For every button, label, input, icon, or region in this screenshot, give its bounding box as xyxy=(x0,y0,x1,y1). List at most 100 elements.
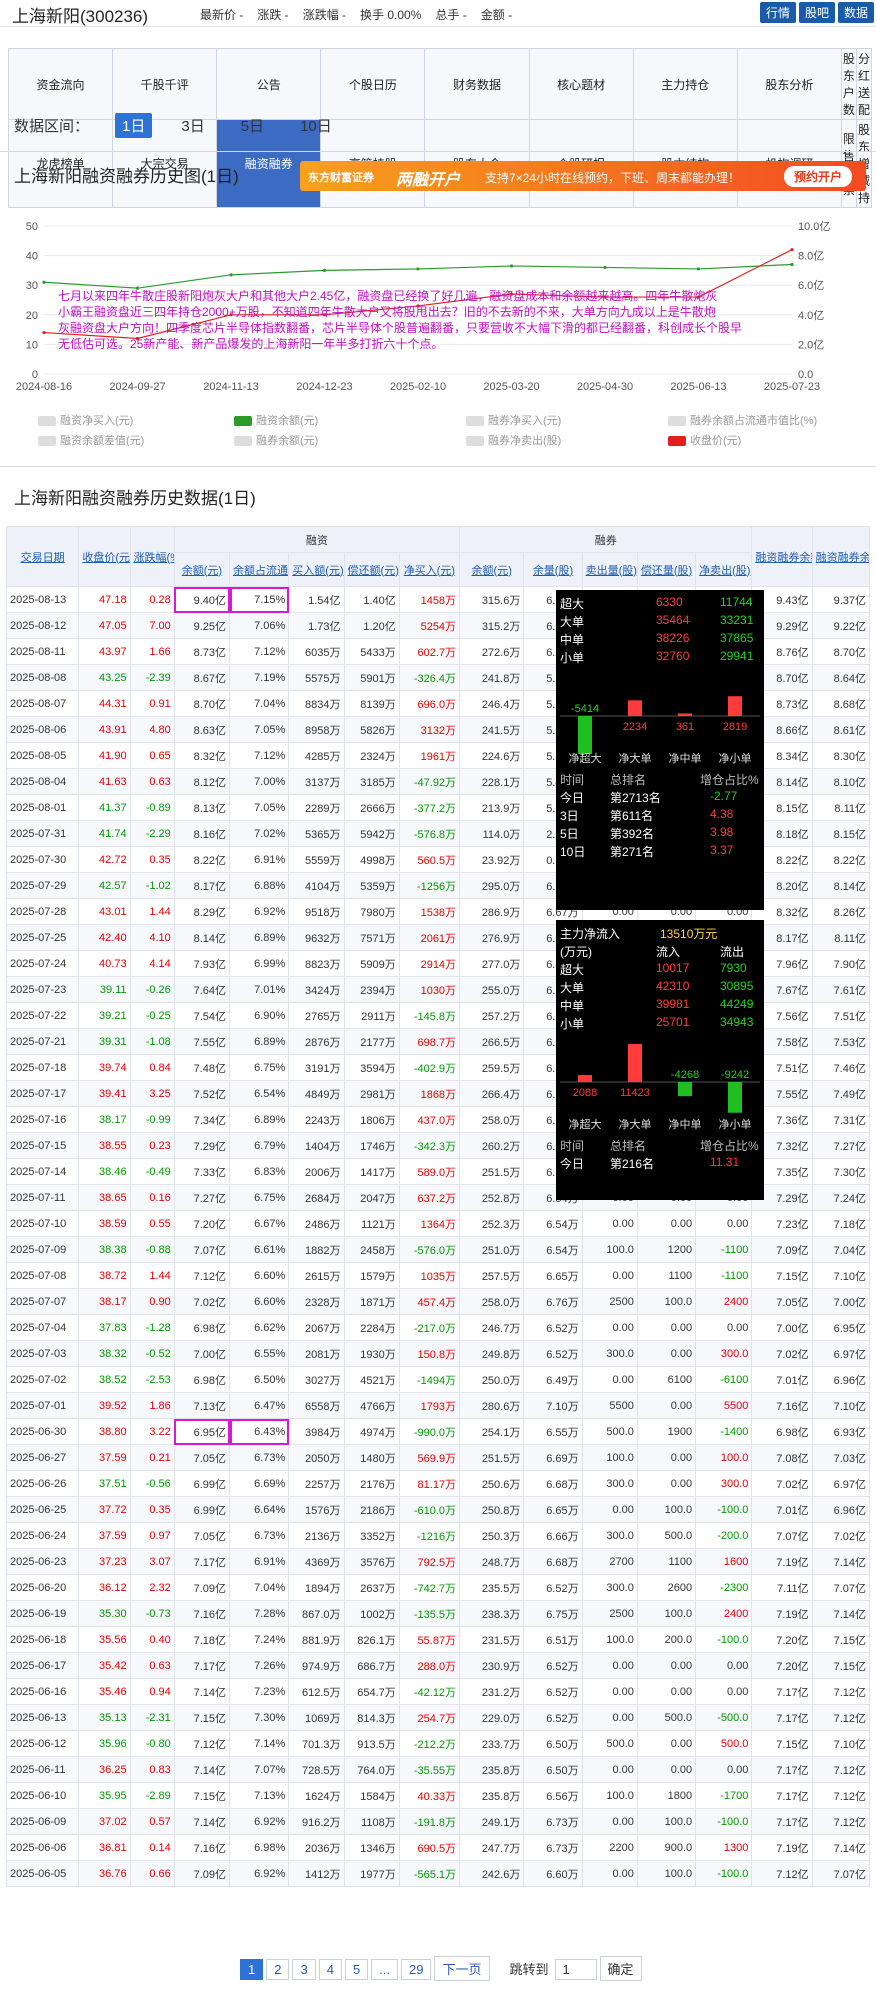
popup-row-out: 29941 xyxy=(720,649,754,663)
column-header-link[interactable]: 余额(元) xyxy=(472,565,512,577)
column-header[interactable]: 偿还量(股) xyxy=(636,552,697,587)
column-header[interactable]: 融资融券余额(元) xyxy=(751,526,813,587)
column-header[interactable]: 余量(股) xyxy=(523,552,583,587)
next-page-button[interactable]: 下一页 xyxy=(434,1956,490,1981)
column-header[interactable]: 买入额(元) xyxy=(288,552,345,587)
table-cell: 2914万 xyxy=(398,950,461,977)
table-cell: 0.63 xyxy=(129,768,175,795)
jump-input[interactable]: 1 xyxy=(554,1959,597,1980)
column-header[interactable]: 净卖出(股) xyxy=(695,552,753,587)
column-header-link[interactable]: 交易日期 xyxy=(21,552,65,564)
table-cell: 40.33万 xyxy=(398,1782,461,1809)
column-header[interactable]: 融资融券余额差值(元) xyxy=(811,526,871,587)
page-button[interactable]: 1 xyxy=(240,1959,264,1980)
column-header[interactable]: 涨跌幅(%) xyxy=(129,526,175,587)
table-cell: -0.49 xyxy=(129,1158,175,1185)
legend-item[interactable]: 融券净卖出(股) xyxy=(466,432,561,448)
jump-go-button[interactable]: 确定 xyxy=(599,1956,642,1981)
column-header-link[interactable]: 余量(股) xyxy=(533,565,573,577)
column-header-link[interactable]: 余额(元) xyxy=(182,565,222,577)
nav-item[interactable]: 公告 xyxy=(216,48,322,120)
table-cell: -212.2万 xyxy=(398,1730,461,1757)
nav-item[interactable]: 股东户数 xyxy=(840,48,857,120)
legend-item[interactable]: 融券余额(元) xyxy=(234,432,318,448)
top-button[interactable]: 股吧 xyxy=(798,2,835,23)
table-cell: 38.72 xyxy=(78,1262,131,1289)
popup-bar-label: 净中单 xyxy=(669,751,702,765)
legend-item[interactable]: 融资余额(元) xyxy=(234,412,318,428)
table-cell: 38.38 xyxy=(78,1236,131,1263)
column-header[interactable]: 余额(元) xyxy=(173,552,231,587)
column-header[interactable]: 卖出量(股) xyxy=(581,552,638,587)
top-button[interactable]: 行情 xyxy=(759,2,796,23)
legend-item[interactable]: 融资余额差值(元) xyxy=(38,432,144,448)
table-cell: 300.0 xyxy=(581,1340,638,1367)
nav-item[interactable]: 资金流向 xyxy=(7,48,114,120)
legend-item[interactable]: 融资净买入(元) xyxy=(38,412,133,428)
nav-item[interactable]: 财务数据 xyxy=(424,48,530,120)
top-button[interactable]: 数据 xyxy=(837,2,874,23)
table-cell: 9.40亿 xyxy=(173,586,231,613)
legend-item[interactable]: 融券余额占流通市值比(%) xyxy=(668,412,817,428)
column-header[interactable]: 交易日期 xyxy=(5,526,80,587)
table-row: 2025-06-30 38.80 3.22 6.95亿 6.43% 3984万 4974万 -… xyxy=(5,1418,871,1445)
column-header-link[interactable]: 涨跌幅(%) xyxy=(134,552,174,564)
table-cell: 3.07 xyxy=(129,1548,175,1575)
legend-item[interactable]: 融券净买入(元) xyxy=(466,412,561,428)
column-header[interactable]: 偿还额(元) xyxy=(343,552,400,587)
column-header[interactable]: 收盘价(元) xyxy=(78,526,131,587)
page-button[interactable]: ... xyxy=(371,1959,399,1980)
table-cell: -0.89 xyxy=(129,794,175,821)
table-cell: 250.8万 xyxy=(459,1496,525,1523)
table-cell: 2025-08-11 xyxy=(5,638,80,665)
table-cell: 2025-07-30 xyxy=(5,846,80,873)
table-cell: 235.5万 xyxy=(459,1574,525,1601)
column-header-link[interactable]: 偿还量(股) xyxy=(641,565,692,577)
nav-item[interactable]: 个股日历 xyxy=(320,48,426,120)
nav-item[interactable]: 股东分析 xyxy=(736,48,842,120)
popup-rank-header-cell: 时间 xyxy=(560,773,585,787)
page-button[interactable]: 2 xyxy=(266,1959,290,1980)
nav-item[interactable]: 千股千评 xyxy=(112,48,218,120)
range-option[interactable]: 3日 xyxy=(174,113,211,138)
page-button[interactable]: 29 xyxy=(401,1959,432,1980)
table-cell: 8834万 xyxy=(288,690,345,717)
range-option[interactable]: 1日 xyxy=(115,113,153,138)
column-header-link[interactable]: 融资融券余额(元) xyxy=(755,552,811,564)
nav-item[interactable]: 核心题材 xyxy=(528,48,634,120)
page-button[interactable]: 4 xyxy=(318,1959,342,1980)
column-header[interactable]: 余额占流通市值比 xyxy=(229,552,290,587)
table-cell: -1494万 xyxy=(398,1366,461,1393)
table-cell: 7.90亿 xyxy=(811,950,871,977)
table-cell: 1108万 xyxy=(343,1808,400,1835)
column-header[interactable]: 净买入(元) xyxy=(398,552,461,587)
column-header-link[interactable]: 收盘价(元) xyxy=(82,552,129,564)
nav-item[interactable]: 分红送配 xyxy=(855,48,873,120)
page-button[interactable]: 5 xyxy=(344,1959,369,1980)
page-button[interactable]: 3 xyxy=(292,1959,316,1980)
table-cell: 2400 xyxy=(695,1288,753,1315)
table-cell: 9.25亿 xyxy=(173,612,231,639)
nav-item[interactable]: 主力持仓 xyxy=(632,48,738,120)
column-header-link[interactable]: 融资融券余额差值(元) xyxy=(816,552,869,564)
column-header-link[interactable]: 偿还额(元) xyxy=(348,565,399,577)
column-header-link[interactable]: 余额占流通市值比 xyxy=(233,565,288,577)
table-cell: 0.00 xyxy=(636,1756,697,1783)
column-header-link[interactable]: 卖出量(股) xyxy=(586,565,637,577)
header-row: 交易日期 收盘价(元) 涨跌幅(%)融资融券融资融券余额(元) 融资融券余额差值(元) xyxy=(5,526,871,587)
table-cell: 6.69万 xyxy=(523,1444,583,1471)
ad-banner[interactable]: 东方财富证券 两融开户 支持7×24小时在线预约，下班、周末都能办理！ 预约开户 xyxy=(300,161,866,191)
table-cell: 7.15亿 xyxy=(173,1704,231,1731)
column-header-link[interactable]: 买入额(元) xyxy=(292,565,343,577)
range-option[interactable]: 5日 xyxy=(234,113,271,138)
range-option[interactable]: 10日 xyxy=(293,113,339,138)
column-header-link[interactable]: 净买入(元) xyxy=(404,565,455,577)
table-cell: 8.22亿 xyxy=(173,846,231,873)
table-row: 2025-07-01 39.52 1.86 7.13亿 6.47% 6558万 4766万 1… xyxy=(5,1392,871,1419)
table-cell: 7.51亿 xyxy=(811,1002,871,1029)
legend-item[interactable]: 收盘价(元) xyxy=(668,432,741,448)
column-header-link[interactable]: 净卖出(股) xyxy=(699,565,750,577)
table-cell: 2081万 xyxy=(288,1340,345,1367)
ad-cta-button[interactable]: 预约开户 xyxy=(783,166,852,187)
column-header[interactable]: 余额(元) xyxy=(459,552,525,587)
